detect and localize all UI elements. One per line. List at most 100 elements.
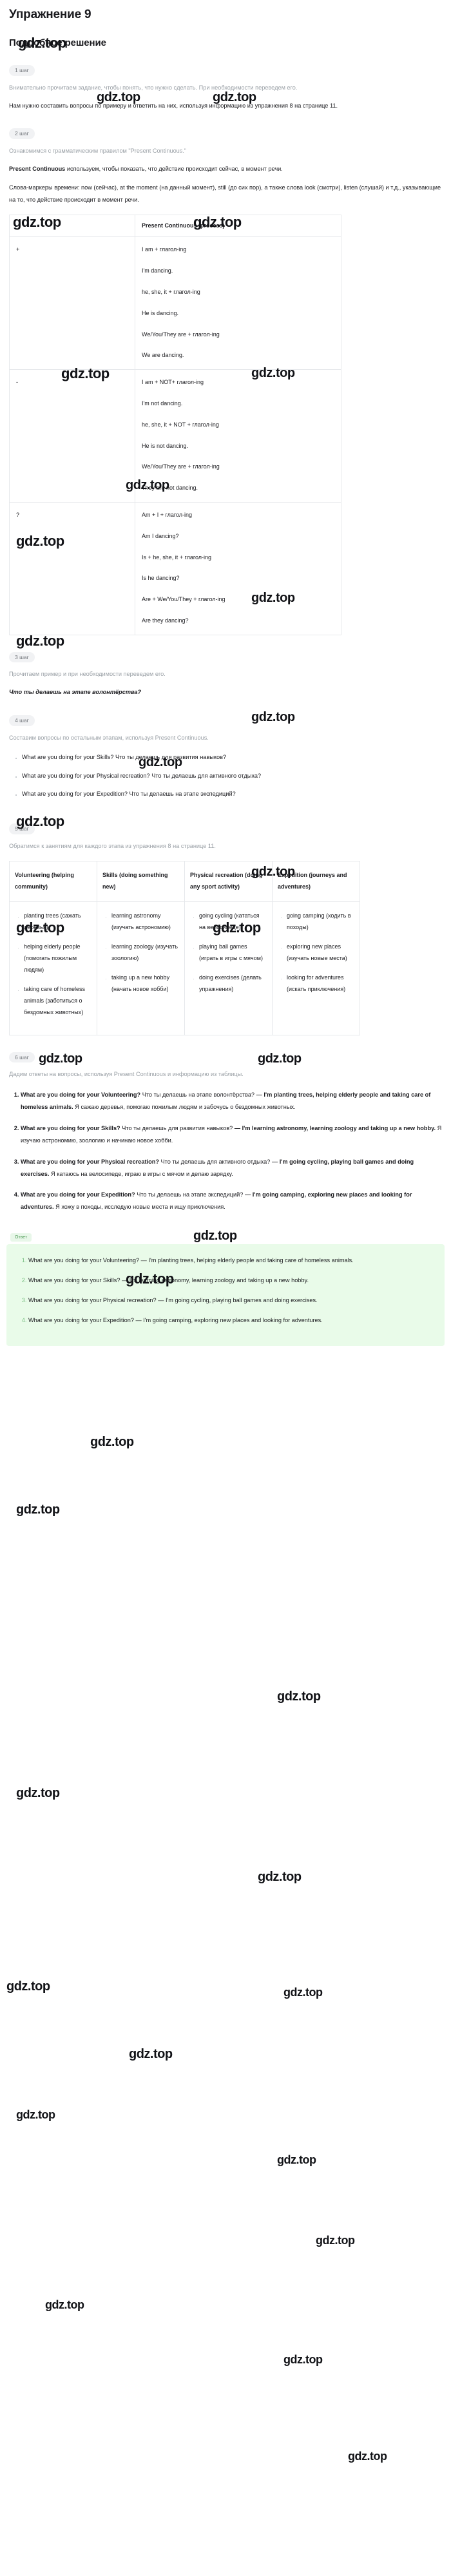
question-ru: Что ты делаешь на этапе экспедиций? bbox=[135, 1191, 244, 1198]
atable-header-physical-recreation: Physical recreation (doing any sport act… bbox=[184, 860, 273, 902]
step-1-intro: Внимательно прочитаем задание, чтобы пон… bbox=[9, 84, 298, 91]
watermark: gdz.top bbox=[6, 1979, 50, 1994]
form-line: Am I dancing? bbox=[142, 532, 179, 539]
form-line: They are not dancing. bbox=[142, 485, 198, 492]
answer-box: What are you doing for your Volunteering… bbox=[6, 1244, 445, 1346]
list-item: What are you doing for your Skills? Что … bbox=[21, 1122, 442, 1147]
answer-badge: Ответ bbox=[10, 1233, 32, 1242]
list-item: taking care of homeless animals (заботит… bbox=[24, 983, 91, 1018]
form-line: I am + глагол-ing bbox=[142, 246, 187, 253]
activities-table: Volunteering (helping community) Skills … bbox=[9, 860, 360, 1035]
step-6-intro: Дадим ответы на вопросы, используя Prese… bbox=[9, 1071, 244, 1078]
step-3-intro: Прочитаем пример и при необходимости пер… bbox=[9, 671, 166, 678]
answer-en: I'm learning astronomy, learning zoology… bbox=[242, 1125, 436, 1132]
final-answer-list: What are you doing for your Volunteering… bbox=[15, 1254, 436, 1326]
present-continuous-table: Present Continuous (process) + I am + гл… bbox=[9, 215, 341, 635]
answer-dash: — bbox=[270, 1158, 280, 1165]
list-item: going cycling (кататься на велосипеде) bbox=[199, 910, 267, 933]
table-header-row: Volunteering (helping community) Skills … bbox=[9, 860, 360, 902]
list-item: What are you doing for your Expedition? … bbox=[21, 1189, 442, 1213]
form-line: He is not dancing. bbox=[142, 442, 189, 449]
step-2-intro: Ознакомимся с грамматическим правилом "P… bbox=[9, 147, 187, 154]
form-line: Are + We/You/They + глагол-ing bbox=[142, 596, 225, 603]
form-line: he, she, it + NOT + глагол-ing bbox=[142, 421, 219, 428]
list-item: What are you doing for your Physical rec… bbox=[22, 770, 442, 782]
watermark: gdz.top bbox=[277, 1689, 321, 1704]
answer-ru: Я катаюсь на велосипеде, играю в игры с … bbox=[49, 1170, 233, 1177]
question-ru: Что ты делаешь на этапе волонтёрства? bbox=[140, 1091, 255, 1099]
watermark: gdz.top bbox=[316, 2234, 355, 2247]
rule-term: Present Continuous bbox=[9, 165, 66, 172]
step-5-intro: Обратимся к занятиям для каждого этапа и… bbox=[9, 842, 216, 849]
list-item: What are you doing for your Physical rec… bbox=[28, 1294, 436, 1307]
list-item: looking for adventures (искать приключен… bbox=[287, 972, 354, 995]
form-line: We/You/They are + глагол-ing bbox=[142, 331, 220, 338]
step-1-body: Нам нужно составить вопросы по примеру и… bbox=[9, 102, 338, 109]
list-item: What are you doing for your Expedition? … bbox=[22, 788, 442, 800]
step-badge-1: 1 шаг bbox=[9, 65, 35, 76]
answer-dash: — bbox=[254, 1091, 264, 1099]
watermark: gdz.top bbox=[16, 2108, 55, 2121]
list-item: playing ball games (играть в игры с мячо… bbox=[199, 941, 267, 964]
form-line: I'm dancing. bbox=[142, 267, 173, 274]
answer-ru: Я сажаю деревья, помогаю пожилым людям и… bbox=[73, 1104, 296, 1111]
page-title: Упражнение 9 bbox=[9, 8, 91, 21]
atable-cell-skills: learning astronomy (изучать астрономию) … bbox=[97, 901, 185, 1035]
step-badge-6: 6 шаг bbox=[9, 1052, 35, 1063]
watermark: gdz.top bbox=[258, 1870, 302, 1884]
atable-header-expedition: Expedition (journeys and adventures) bbox=[272, 860, 360, 902]
question-en: What are you doing for your Skills? bbox=[21, 1125, 120, 1132]
watermark: gdz.top bbox=[16, 1503, 60, 1517]
step-badge-2: 2 шаг bbox=[9, 128, 35, 139]
table-row: + I am + глагол-ing I'm dancing. he, she… bbox=[9, 236, 341, 370]
form-line: Am + I + глагол-ing bbox=[142, 512, 193, 519]
row-sign-question: ? bbox=[9, 502, 135, 635]
form-line: he, she, it + глагол-ing bbox=[142, 289, 200, 296]
table-row: ? Am + I + глагол-ing Am I dancing? Is +… bbox=[9, 502, 341, 635]
list-item: What are you doing for your Skills? — I'… bbox=[28, 1274, 436, 1287]
form-line: We are dancing. bbox=[142, 352, 184, 359]
list-item: taking up a new hobby (начать новое хобб… bbox=[111, 972, 179, 995]
question-ru: Что ты делаешь для развития навыков? bbox=[120, 1125, 233, 1132]
atable-cell-volunteering: planting trees (сажать деревья) helping … bbox=[9, 901, 97, 1035]
step-badge-5: 5 шаг bbox=[9, 823, 35, 834]
row-forms-negative: I am + NOT+ глагол-ing I'm not dancing. … bbox=[135, 369, 341, 503]
solution-heading: Подробное решение bbox=[9, 37, 106, 48]
watermark: gdz.top bbox=[16, 633, 64, 649]
list-item: going camping (ходить в походы) bbox=[287, 910, 354, 933]
list-item: doing exercises (делать упражнения) bbox=[199, 972, 267, 995]
watermark: gdz.top bbox=[283, 2353, 323, 2366]
question-ru: Что ты делаешь для активного отдыха? bbox=[158, 1158, 271, 1165]
form-line: Is + he, she, it + глагол-ing bbox=[142, 553, 212, 561]
form-line: We/You/They are + глагол-ing bbox=[142, 463, 220, 470]
atable-header-skills: Skills (doing something new) bbox=[97, 860, 185, 902]
atable-cell-expedition: going camping (ходить в походы) explorin… bbox=[272, 901, 360, 1035]
list-item: What are you doing for your Volunteering… bbox=[21, 1089, 442, 1113]
step-2-markers: Слова-маркеры времени: now (сейчас), at … bbox=[9, 184, 441, 203]
watermark: gdz.top bbox=[39, 1052, 82, 1066]
list-item: What are you doing for your Skills? Что … bbox=[22, 751, 442, 764]
answer-dash: — bbox=[233, 1125, 242, 1132]
question-en: What are you doing for your Physical rec… bbox=[21, 1158, 159, 1165]
gtable-col1-header bbox=[9, 215, 135, 238]
question-en: What are you doing for your Volunteering… bbox=[21, 1091, 141, 1099]
atable-cell-physical-recreation: going cycling (кататься на велосипеде) p… bbox=[184, 901, 273, 1035]
row-forms-question: Am + I + глагол-ing Am I dancing? Is + h… bbox=[135, 502, 341, 635]
question-en: What are you doing for your Expedition? bbox=[21, 1191, 135, 1198]
step-3-example: Что ты делаешь на этапе волонтёрства? bbox=[9, 689, 142, 696]
row-forms-positive: I am + глагол-ing I'm dancing. he, she, … bbox=[135, 236, 341, 370]
watermark: gdz.top bbox=[348, 2450, 387, 2463]
form-line: He is dancing. bbox=[142, 309, 179, 316]
rule-text: используем, чтобы показать, что действие… bbox=[65, 165, 283, 172]
watermark: gdz.top bbox=[283, 1986, 323, 1999]
watermark: gdz.top bbox=[16, 1786, 60, 1800]
list-item: What are you doing for your Physical rec… bbox=[21, 1156, 442, 1180]
step-6-answer-list: What are you doing for your Volunteering… bbox=[9, 1089, 442, 1213]
row-sign-negative: - bbox=[9, 369, 135, 503]
watermark: gdz.top bbox=[251, 710, 295, 724]
step-badge-4: 4 шаг bbox=[9, 715, 35, 726]
list-item: learning zoology (изучать зоологию) bbox=[111, 941, 179, 964]
answer-dash: — bbox=[243, 1191, 253, 1198]
form-line: I am + NOT+ глагол-ing bbox=[142, 379, 204, 386]
row-sign-positive: + bbox=[9, 236, 135, 370]
